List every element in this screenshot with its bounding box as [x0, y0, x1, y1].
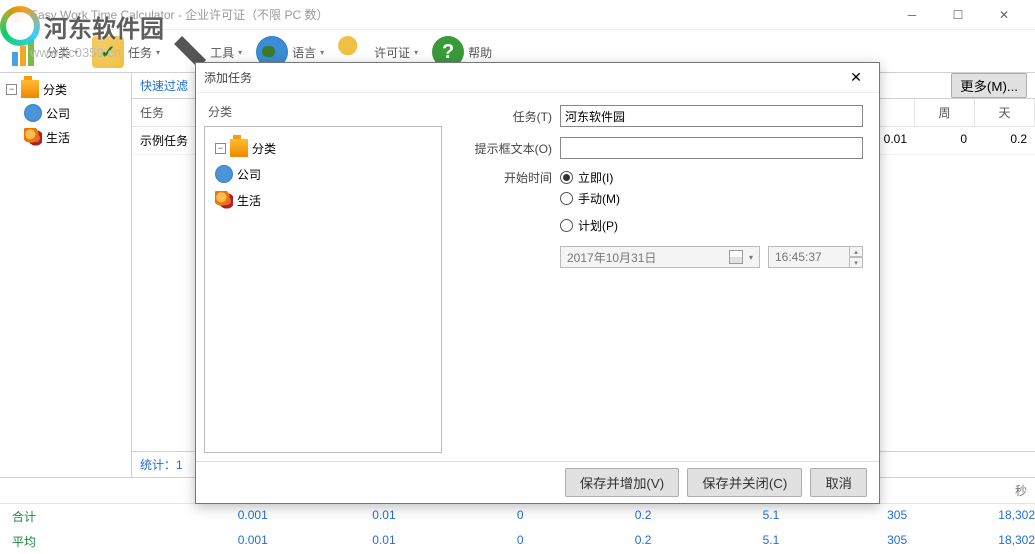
time-spinner[interactable]: ▴▾ — [849, 246, 863, 268]
chevron-down-icon: ▾ — [320, 48, 324, 57]
dialog-close-button[interactable]: ✕ — [841, 63, 871, 93]
col-week[interactable]: 周 — [915, 99, 975, 126]
hint-label: 提示框文本(O) — [452, 140, 552, 157]
dlg-tree-life[interactable]: 生活 — [213, 187, 433, 213]
save-and-close-button[interactable]: 保存并关闭(C) — [687, 468, 802, 497]
globe-icon — [215, 165, 233, 183]
col-day[interactable]: 天 — [975, 99, 1035, 126]
radio-manual[interactable]: 手动(M) — [560, 190, 863, 207]
hint-text-input[interactable] — [560, 137, 863, 159]
tree-item-life[interactable]: 生活 — [4, 125, 127, 149]
radio-icon — [560, 171, 573, 184]
col-seconds: 秒 — [897, 478, 1035, 503]
folder-icon — [21, 80, 39, 98]
tree-item-company[interactable]: 公司 — [4, 101, 127, 125]
watermark-url: www.pc0359.cn — [30, 45, 121, 60]
chevron-down-icon: ▾ — [749, 253, 753, 262]
dialog-titlebar: 添加任务 ✕ — [196, 63, 879, 93]
task-name-input[interactable] — [560, 105, 863, 127]
maximize-button[interactable]: ☐ — [935, 0, 981, 30]
radio-immediate[interactable]: 立即(I) — [560, 169, 613, 186]
add-task-dialog: 添加任务 ✕ 分类 − 分类 公司 生活 — [195, 62, 880, 504]
collapse-icon[interactable]: − — [215, 143, 226, 154]
chevron-down-icon: ▾ — [156, 48, 160, 57]
calendar-icon — [729, 250, 743, 264]
category-section-label: 分类 — [204, 101, 442, 126]
summary-avg-row: 平均 0.001 0.01 0 0.2 5.1 305 18,302 — [0, 529, 1035, 554]
category-sidebar: − 分类 公司 生活 — [0, 73, 132, 477]
quick-filter-label: 快速过滤 — [140, 77, 188, 94]
people-icon — [24, 128, 42, 146]
task-label: 任务(T) — [452, 108, 552, 125]
cancel-button[interactable]: 取消 — [810, 468, 867, 497]
minimize-button[interactable]: ─ — [889, 0, 935, 30]
collapse-icon[interactable]: − — [6, 84, 17, 95]
chevron-down-icon: ▾ — [238, 48, 242, 57]
dialog-category-tree: − 分类 公司 生活 — [204, 126, 442, 453]
radio-icon — [560, 192, 573, 205]
watermark-logo: 河东软件园 — [0, 6, 164, 46]
close-button[interactable]: ✕ — [981, 0, 1027, 30]
dialog-title: 添加任务 — [204, 69, 841, 86]
more-button[interactable]: 更多(M)... — [951, 73, 1027, 98]
dlg-tree-root[interactable]: − 分类 — [213, 135, 433, 161]
start-time-label: 开始时间 — [452, 169, 552, 186]
radio-icon — [560, 219, 573, 232]
radio-plan[interactable]: 计划(P) — [560, 217, 863, 234]
date-picker[interactable]: 2017年10月31日 ▾ — [560, 246, 760, 268]
save-and-add-button[interactable]: 保存并增加(V) — [565, 468, 679, 497]
chevron-down-icon: ▾ — [414, 48, 418, 57]
dlg-tree-company[interactable]: 公司 — [213, 161, 433, 187]
tree-root[interactable]: − 分类 — [4, 77, 127, 101]
time-picker[interactable]: 16:45:37 — [768, 246, 850, 268]
globe-icon — [24, 104, 42, 122]
people-icon — [215, 191, 233, 209]
summary-total-row: 合计 0.001 0.01 0 0.2 5.1 305 18,302 — [0, 504, 1035, 529]
folder-icon — [230, 139, 248, 157]
